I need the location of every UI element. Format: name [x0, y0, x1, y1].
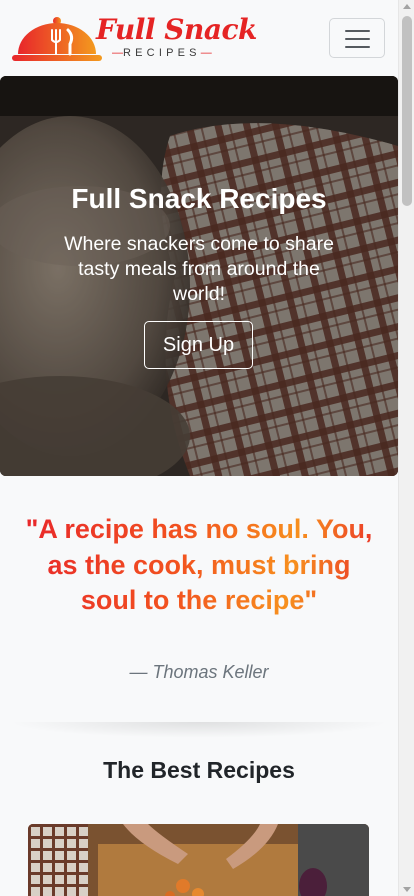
cloche-logo-icon [12, 17, 102, 61]
scrollbar-thumb[interactable] [402, 16, 412, 206]
hero-title: Full Snack Recipes [71, 183, 327, 214]
brand-subtitle: —RECIPES— [112, 47, 212, 59]
page: Full Snack —RECIPES— Full Snack Recipes … [0, 0, 398, 896]
navbar: Full Snack —RECIPES— [0, 0, 398, 76]
hero-tagline: Where snackers come to share tasty meals… [64, 233, 334, 305]
section-title-best-recipes: The Best Recipes [103, 757, 295, 783]
scroll-up-arrow-icon[interactable] [403, 4, 411, 9]
section-divider [8, 722, 390, 738]
sign-up-button[interactable]: Sign Up [144, 321, 253, 369]
recipe-photo [28, 824, 369, 896]
brand-logo[interactable]: Full Snack —RECIPES— [12, 12, 257, 64]
brand-title: Full Snack [96, 13, 257, 46]
featured-quote: "A recipe has no soul. You, as the cook,… [20, 512, 378, 619]
navbar-toggle-button[interactable] [329, 18, 385, 58]
hamburger-menu-icon [345, 30, 370, 32]
vertical-scrollbar[interactable] [398, 0, 414, 896]
quote-author: — Thomas Keller [129, 662, 269, 682]
hero-banner: Full Snack Recipes Where snackers come t… [0, 76, 398, 476]
recipe-card-image[interactable] [28, 824, 369, 896]
scroll-down-arrow-icon[interactable] [403, 887, 411, 892]
